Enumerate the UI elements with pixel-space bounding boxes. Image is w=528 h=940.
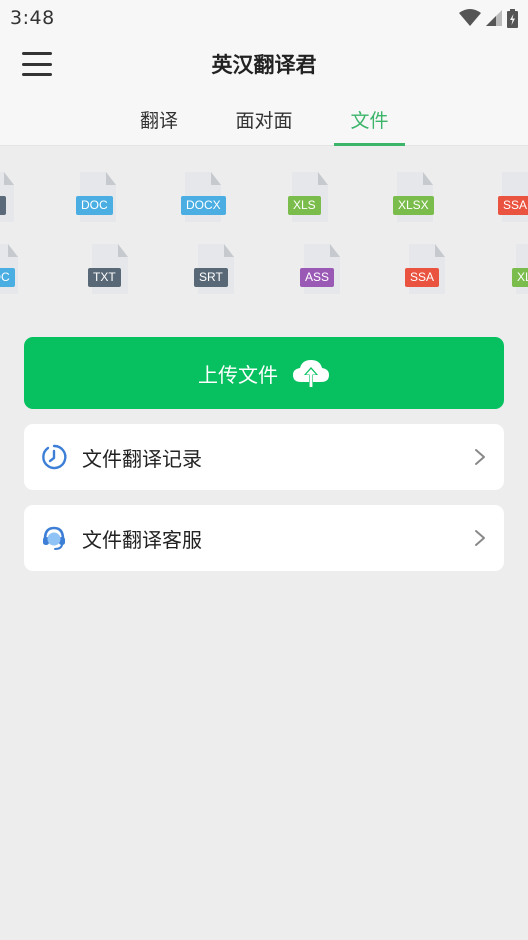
file-type-badge: XLS — [512, 268, 528, 287]
file-type-badge: XLSX — [393, 196, 434, 215]
file-type-badge: DOC — [76, 196, 113, 215]
menu-button[interactable] — [22, 52, 52, 76]
file-type-icon: SSA — [498, 172, 528, 222]
upload-file-button[interactable]: 上传文件 — [24, 337, 504, 409]
file-translation-service-label: 文件翻译客服 — [82, 527, 202, 552]
file-type-icon: XLS — [512, 244, 528, 294]
wifi-icon — [459, 9, 481, 26]
file-translation-service-item[interactable]: 文件翻译客服 — [24, 505, 504, 571]
chevron-right-icon — [475, 530, 485, 546]
app-title: 英汉翻译君 — [211, 53, 317, 77]
file-type-icon: XLS — [288, 172, 328, 222]
customer-service-icon — [40, 524, 68, 552]
file-type-badge: SSA — [405, 268, 440, 287]
file-type-icon: SSA — [405, 244, 445, 294]
file-type-icon: DOCX — [181, 172, 226, 222]
tab-file[interactable]: 文件 — [334, 92, 405, 146]
file-type-icon: DOC — [0, 244, 18, 294]
tab-face-to-face[interactable]: 面对面 — [224, 92, 304, 146]
file-translation-record-label: 文件翻译记录 — [82, 446, 202, 471]
file-type-row: DOC TXT SRT ASS SSA XLS — [0, 244, 528, 300]
file-type-row: DOC DOCX XLS XLSX SSA — [0, 172, 528, 228]
hamburger-icon-bar — [22, 73, 52, 76]
screen: 3:48 英汉翻译君 翻译 面对面 文件 DOC DOCX XLS XLSX S… — [0, 0, 528, 940]
file-type-icon — [0, 172, 14, 222]
status-bar: 3:48 — [0, 0, 528, 36]
tab-translate[interactable]: 翻译 — [128, 92, 190, 146]
file-type-icon: TXT — [88, 244, 128, 294]
file-type-badge: TXT — [88, 268, 121, 287]
status-time: 3:48 — [10, 7, 55, 29]
tab-label: 文件 — [350, 109, 389, 132]
file-type-badge: DOCX — [181, 196, 226, 215]
clock-icon — [40, 443, 68, 471]
battery-icon — [507, 8, 518, 28]
file-type-icon: SRT — [194, 244, 234, 294]
hamburger-icon-bar — [22, 62, 52, 66]
upload-file-label: 上传文件 — [198, 362, 278, 387]
status-icons — [459, 8, 518, 28]
signal-icon — [486, 10, 502, 26]
file-type-icon: DOC — [76, 172, 116, 222]
tab-label: 翻译 — [139, 109, 178, 132]
file-type-badge: SSA — [498, 196, 528, 215]
file-type-icon: ASS — [300, 244, 340, 294]
tab-bar: 翻译 面对面 文件 — [0, 92, 528, 146]
cloud-upload-icon — [293, 360, 329, 387]
chevron-right-icon — [475, 449, 485, 465]
hamburger-icon-bar — [22, 52, 52, 55]
tab-indicator — [334, 143, 405, 146]
file-type-badge: XLS — [288, 196, 321, 215]
file-type-icon: XLSX — [393, 172, 434, 222]
file-type-badge — [0, 196, 6, 215]
file-type-badge: SRT — [194, 268, 228, 287]
tab-label: 面对面 — [235, 109, 293, 132]
app-header: 英汉翻译君 — [0, 36, 528, 92]
file-type-badge: ASS — [300, 268, 335, 287]
file-type-badge: DOC — [0, 268, 15, 287]
file-translation-record-item[interactable]: 文件翻译记录 — [24, 424, 504, 490]
